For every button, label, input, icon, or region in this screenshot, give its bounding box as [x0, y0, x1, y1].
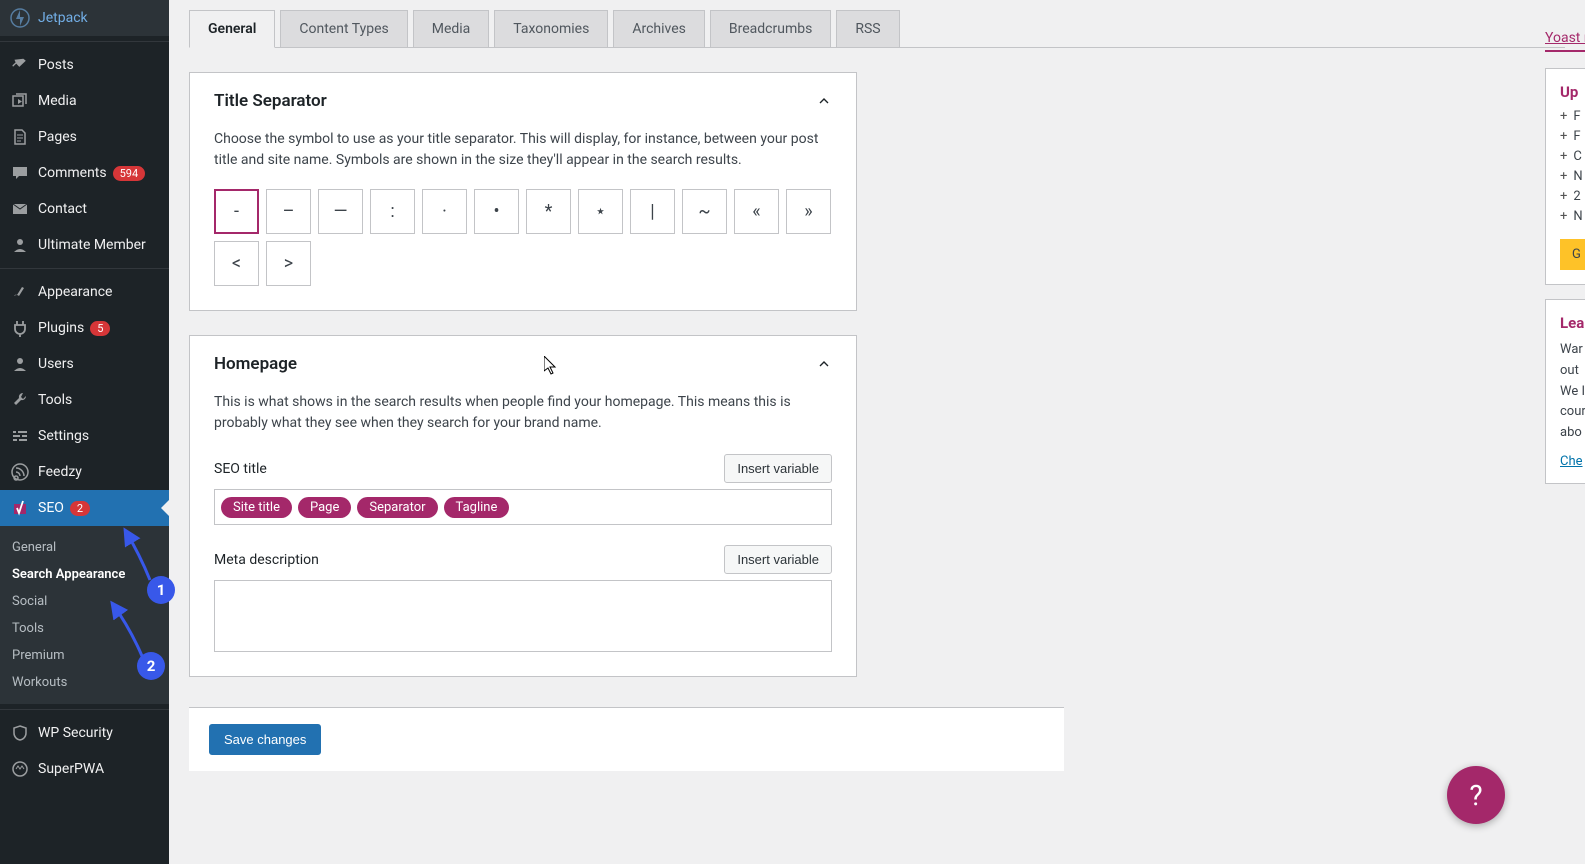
panel-header[interactable]: Homepage	[190, 336, 856, 392]
feature-item: F	[1560, 109, 1585, 124]
upgrade-button[interactable]: G	[1560, 239, 1585, 270]
separator-option[interactable]: ⋆	[578, 189, 623, 234]
feature-item: C	[1560, 149, 1585, 164]
seo-title-input[interactable]: Site title Page Separator Tagline	[214, 489, 832, 525]
yoast-link[interactable]: Yoast re	[1545, 30, 1585, 52]
seo-title-label: SEO title	[214, 461, 267, 477]
feedzy-icon	[10, 462, 30, 482]
tools-icon	[10, 390, 30, 410]
comment-icon	[10, 163, 30, 183]
title-separator-panel: Title Separator Choose the symbol to use…	[189, 72, 857, 311]
sidebar-item-settings[interactable]: Settings	[0, 418, 169, 454]
sidebar-item-posts[interactable]: Posts	[0, 47, 169, 83]
users-icon	[10, 354, 30, 374]
check-link[interactable]: Che	[1560, 454, 1583, 469]
pin-icon	[10, 55, 30, 75]
settings-tabs: GeneralContent TypesMediaTaxonomiesArchi…	[189, 10, 1565, 48]
sidebar-item-users[interactable]: Users	[0, 346, 169, 382]
tab-general[interactable]: General	[189, 10, 275, 48]
separator-option[interactable]: —	[318, 189, 363, 234]
feature-item: N	[1560, 169, 1585, 184]
separator-option[interactable]: •	[474, 189, 519, 234]
meta-description-input[interactable]	[214, 580, 832, 652]
sidebar-item-contact[interactable]: Contact	[0, 191, 169, 227]
badge: 2	[70, 501, 90, 516]
feature-item: 2	[1560, 189, 1585, 204]
page-icon	[10, 127, 30, 147]
sidebar-item-pages[interactable]: Pages	[0, 119, 169, 155]
tab-rss[interactable]: RSS	[836, 10, 899, 47]
sidebar-item-superpwa[interactable]: SuperPWA	[0, 751, 169, 787]
sidebar-item-seo[interactable]: SEO2	[0, 490, 169, 526]
insert-variable-button[interactable]: Insert variable	[724, 545, 832, 574]
homepage-panel: Homepage This is what shows in the searc…	[189, 335, 857, 677]
sidebar-item-media[interactable]: Media	[0, 83, 169, 119]
sidebar-item-ultimate-member[interactable]: Ultimate Member	[0, 227, 169, 263]
separator-option[interactable]: »	[786, 189, 831, 234]
variable-chip[interactable]: Site title	[221, 497, 292, 518]
panel-description: This is what shows in the search results…	[214, 392, 832, 434]
separator-option[interactable]: ~	[682, 189, 727, 234]
learn-text: War out We I cour abo	[1560, 340, 1585, 444]
separator-option[interactable]: :	[370, 189, 415, 234]
insert-variable-button[interactable]: Insert variable	[724, 454, 832, 483]
main-content: GeneralContent TypesMediaTaxonomiesArchi…	[169, 10, 1585, 791]
badge: 5	[90, 321, 110, 336]
mail-icon	[10, 199, 30, 219]
variable-chip[interactable]: Page	[298, 497, 351, 518]
sidebar-item-jetpack[interactable]: Jetpack	[0, 0, 169, 36]
learn-heading: Lea	[1560, 314, 1585, 332]
tab-content-types[interactable]: Content Types	[280, 10, 407, 47]
panel-description: Choose the symbol to use as your title s…	[214, 129, 832, 171]
arrow-icon	[100, 598, 150, 658]
shield-icon	[10, 723, 30, 743]
jetpack-icon	[10, 8, 30, 28]
tab-media[interactable]: Media	[413, 10, 490, 47]
sidebar-item-feedzy[interactable]: Feedzy	[0, 454, 169, 490]
chevron-up-icon	[816, 356, 832, 372]
variable-chip[interactable]: Tagline	[444, 497, 510, 518]
separator-option[interactable]: >	[266, 241, 311, 286]
help-button[interactable]: ?	[1447, 766, 1505, 824]
admin-sidebar: Jetpack PostsMediaPagesComments594Contact…	[0, 0, 169, 864]
sidebar-item-tools[interactable]: Tools	[0, 382, 169, 418]
user-icon	[10, 235, 30, 255]
panel-header[interactable]: Title Separator	[190, 73, 856, 129]
panel-title: Homepage	[214, 354, 297, 374]
tab-taxonomies[interactable]: Taxonomies	[494, 10, 608, 47]
pwa-icon	[10, 759, 30, 779]
separator-option[interactable]: |	[630, 189, 675, 234]
tab-breadcrumbs[interactable]: Breadcrumbs	[710, 10, 831, 47]
separator-option[interactable]: -	[214, 189, 259, 234]
separator-option[interactable]: ·	[422, 189, 467, 234]
badge: 594	[113, 166, 146, 181]
right-sidebar: Yoast re Up FFCN2N G Lea War out We I co…	[1545, 30, 1585, 498]
yoast-icon	[10, 498, 30, 518]
feature-item: F	[1560, 129, 1585, 144]
meta-description-label: Meta description	[214, 552, 319, 568]
media-icon	[10, 91, 30, 111]
sidebar-item-appearance[interactable]: Appearance	[0, 274, 169, 310]
sidebar-item-plugins[interactable]: Plugins5	[0, 310, 169, 346]
variable-chip[interactable]: Separator	[357, 497, 437, 518]
tab-archives[interactable]: Archives	[613, 10, 705, 47]
separator-option[interactable]: *	[526, 189, 571, 234]
panel-title: Title Separator	[214, 91, 327, 111]
sidebar-item-comments[interactable]: Comments594	[0, 155, 169, 191]
sidebar-item-wp-security[interactable]: WP Security	[0, 715, 169, 751]
settings-icon	[10, 426, 30, 446]
upgrade-heading: Up	[1560, 83, 1585, 101]
separator-option[interactable]: «	[734, 189, 779, 234]
separator-option[interactable]: <	[214, 241, 259, 286]
chevron-up-icon	[816, 93, 832, 109]
separator-option[interactable]: –	[266, 189, 311, 234]
save-button[interactable]: Save changes	[209, 724, 321, 755]
save-bar: Save changes	[189, 707, 1064, 771]
arrow-icon	[110, 525, 160, 585]
separator-options: -–—:·•*⋆|~«» <>	[214, 189, 832, 286]
brush-icon	[10, 282, 30, 302]
feature-item: N	[1560, 209, 1585, 224]
plug-icon	[10, 318, 30, 338]
